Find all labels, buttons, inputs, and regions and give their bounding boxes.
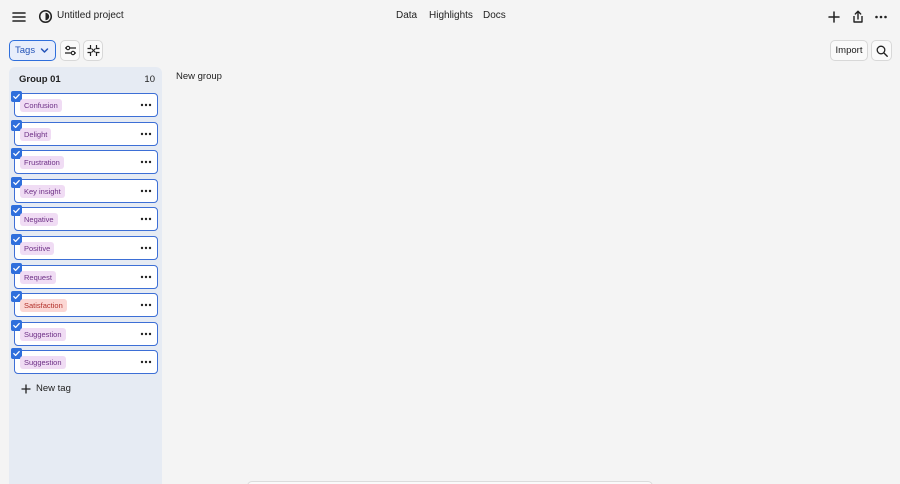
tag-more-options-icon[interactable] [140,101,152,109]
filter-button[interactable] [60,40,80,61]
plus-icon [21,384,31,394]
import-button[interactable]: Import [830,40,868,61]
tag-chip-label: Key insight [20,184,65,198]
tag-chip-label: Satisfaction [20,299,67,313]
tag-chip-label: Suggestion [20,327,66,341]
tag-chip-label: Frustration [20,156,64,170]
nav-highlights[interactable]: Highlights [429,10,473,21]
tag-more-options-icon[interactable] [140,244,152,252]
tag-row[interactable]: Frustration [11,148,158,175]
tag-chip-label: Request [20,270,56,284]
plus-icon[interactable] [826,9,842,25]
project-status-icon [38,9,53,24]
tag-row[interactable]: Suggestion [11,319,158,346]
tags-dropdown-label: Tags [15,45,36,56]
chevron-down-icon [40,48,49,53]
share-icon[interactable] [850,9,866,25]
tag-more-options-icon[interactable] [140,187,152,195]
tag-more-options-icon[interactable] [140,358,152,366]
top-bar: Untitled project Data Highlights Docs [0,0,900,34]
new-tag-label: New tag [36,383,71,394]
tag-chip-label: Delight [20,127,52,141]
tag-more-options-icon[interactable] [140,130,152,138]
hamburger-menu-icon[interactable] [10,8,28,26]
new-group-button[interactable]: New group [176,71,222,82]
search-icon [876,45,888,57]
tag-more-options-icon[interactable] [140,330,152,338]
toolbar: Tags Import [0,38,900,64]
tag-more-options-icon[interactable] [140,215,152,223]
tag-chip-label: Confusion [20,99,62,112]
tag-row[interactable]: Delight [11,119,158,146]
collapse-icon [87,45,100,56]
tags-dropdown[interactable]: Tags [9,40,56,61]
tag-row[interactable]: Suggestion [11,348,158,375]
nav-docs[interactable]: Docs [483,10,506,21]
tag-chip-label: Suggestion [20,356,66,370]
tag-row[interactable]: Satisfaction [11,291,158,318]
tag-row[interactable]: Negative [11,205,158,232]
group-title[interactable]: Group 01 [19,74,61,85]
tag-more-options-icon[interactable] [140,158,152,166]
tag-row[interactable]: Request [11,262,158,289]
tag-chip-label: Negative [20,213,58,227]
project-title[interactable]: Untitled project [57,10,124,21]
collapse-button[interactable] [83,40,103,61]
group-count: 10 [144,74,155,85]
tag-row[interactable]: Positive [11,234,158,260]
tag-more-options-icon[interactable] [140,273,152,281]
search-button[interactable] [871,40,892,61]
more-options-icon[interactable] [873,9,889,25]
nav-data[interactable]: Data [396,10,417,21]
tag-row[interactable]: Confusion [11,91,158,117]
tag-row[interactable]: Key insight [11,176,158,203]
sliders-icon [65,45,76,56]
group-panel: Group 01 10 Confusion Delight Frustration K… [9,67,162,484]
tag-chip-label: Positive [20,242,55,255]
tag-more-options-icon[interactable] [140,301,152,309]
